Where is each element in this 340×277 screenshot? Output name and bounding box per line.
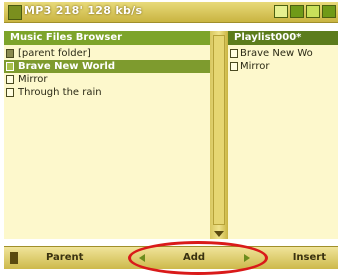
device-screen: MP3 218' 128 kb/s Music Files Browser [p… [4, 0, 338, 277]
list-item-label: [parent folder] [18, 48, 91, 59]
playlist-item-mirror[interactable]: Mirror [228, 60, 338, 73]
add-button[interactable]: Add [164, 247, 224, 269]
playlist-title: Playlist000* [234, 32, 302, 43]
list-item-label: Mirror [240, 61, 270, 72]
file-icon [6, 62, 14, 71]
softkey-bar: Parent Add Insert [4, 246, 338, 269]
playlist-list: Brave New Wo Mirror [228, 47, 338, 73]
list-item-label: Brave New World [18, 61, 116, 72]
playlist-panel: Playlist000* Brave New Wo Mirror [228, 31, 338, 239]
list-item-label: Through the rain [18, 87, 102, 98]
file-icon [230, 62, 238, 71]
list-item-through-the-rain[interactable]: Through the rain [4, 86, 210, 99]
file-browser-panel: Music Files Browser [parent folder] Brav… [4, 31, 210, 239]
list-item-label: Brave New Wo [240, 48, 313, 59]
scrollbar-thumb[interactable] [213, 35, 225, 225]
parent-button[interactable]: Parent [46, 247, 83, 269]
scroll-down-icon[interactable] [214, 231, 224, 237]
file-icon [230, 49, 238, 58]
list-item-brave-new-world[interactable]: Brave New World [4, 60, 210, 73]
status-icons [274, 5, 336, 19]
arrow-right-icon [244, 254, 250, 262]
battery-icon [274, 5, 288, 18]
panel-scrollbar[interactable] [210, 31, 228, 239]
title-bar: MP3 218' 128 kb/s [4, 2, 338, 23]
list-item-mirror[interactable]: Mirror [4, 73, 210, 86]
list-item-parent-folder[interactable]: [parent folder] [4, 47, 210, 60]
arrow-left-icon [139, 254, 145, 262]
file-icon [6, 88, 14, 97]
file-list: [parent folder] Brave New World Mirror T… [4, 47, 210, 99]
menu-icon[interactable] [10, 252, 18, 264]
storage-icon [306, 5, 320, 18]
window-title: MP3 218' 128 kb/s [24, 4, 143, 17]
file-browser-header: Music Files Browser [4, 31, 210, 45]
insert-button[interactable]: Insert [293, 247, 326, 269]
list-item-label: Mirror [18, 74, 48, 85]
music-note-icon [8, 5, 22, 20]
signal-icon [290, 5, 304, 18]
clock-icon [322, 5, 336, 18]
folder-icon [6, 49, 14, 58]
file-icon [6, 75, 14, 84]
playlist-header: Playlist000* [228, 31, 338, 45]
playlist-item-brave-new-world[interactable]: Brave New Wo [228, 47, 338, 60]
